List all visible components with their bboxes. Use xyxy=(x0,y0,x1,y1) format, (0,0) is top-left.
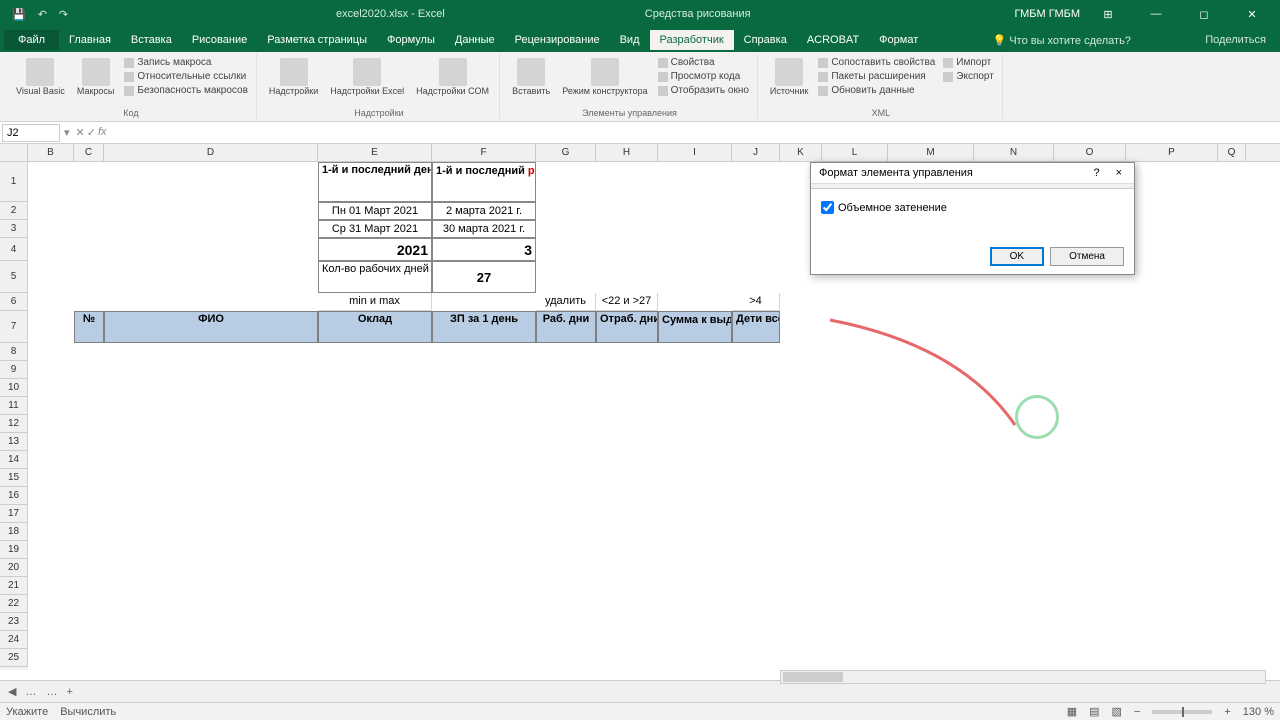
view-break-icon[interactable]: ▧ xyxy=(1112,705,1122,718)
minimize-icon[interactable]: — xyxy=(1136,4,1176,24)
zoom-level[interactable]: 130 % xyxy=(1243,706,1274,718)
tab-Разработчик[interactable]: Разработчик xyxy=(650,30,734,50)
col-header[interactable]: I xyxy=(658,144,732,161)
user-name[interactable]: ГМБМ ГМБМ xyxy=(1014,8,1080,20)
design-mode-button[interactable]: Режим конструктора xyxy=(558,56,651,99)
maximize-icon[interactable]: ◻ xyxy=(1184,4,1224,24)
horizontal-scrollbar[interactable] xyxy=(780,670,1266,684)
col-header[interactable]: J xyxy=(732,144,780,161)
col-header[interactable]: O xyxy=(1054,144,1126,161)
new-sheet-icon[interactable]: + xyxy=(62,686,76,698)
com-addins-button[interactable]: Надстройки COM xyxy=(412,56,493,99)
view-normal-icon[interactable]: ▦ xyxy=(1067,705,1077,718)
titlebar: 💾 ↶ ↷ excel2020.xlsx - Excel Средства ри… xyxy=(0,0,1280,28)
zoom-in-icon[interactable]: + xyxy=(1224,706,1230,718)
insert-control-button[interactable]: Вставить xyxy=(508,56,554,99)
tab-Главная[interactable]: Главная xyxy=(59,30,121,50)
view-code[interactable]: Просмотр кода xyxy=(656,70,751,83)
redo-icon[interactable]: ↷ xyxy=(55,6,72,23)
name-box[interactable] xyxy=(2,124,60,142)
enter-fx-icon[interactable]: ✓ xyxy=(87,126,96,139)
tab-ACROBAT[interactable]: ACROBAT xyxy=(797,30,869,50)
source-button[interactable]: Источник xyxy=(766,56,812,99)
close-icon[interactable]: ✕ xyxy=(1232,4,1272,24)
tab-Разметка страницы[interactable]: Разметка страницы xyxy=(257,30,377,50)
tab-Формулы[interactable]: Формулы xyxy=(377,30,445,50)
record-macro[interactable]: Запись макроса xyxy=(122,56,250,69)
tab-Рисование[interactable]: Рисование xyxy=(182,30,257,50)
formula-bar: ▾ ✕✓fx xyxy=(0,122,1280,144)
col-header[interactable]: F xyxy=(432,144,536,161)
macro-security[interactable]: Безопасность макросов xyxy=(122,84,250,97)
col-header[interactable]: D xyxy=(104,144,318,161)
col-header[interactable]: C xyxy=(74,144,104,161)
col-header[interactable]: E xyxy=(318,144,432,161)
macros-button[interactable]: Макросы xyxy=(73,56,119,99)
cancel-button[interactable]: Отмена xyxy=(1050,247,1124,266)
share-button[interactable]: Поделиться xyxy=(1195,30,1276,50)
col-header[interactable]: Q xyxy=(1218,144,1246,161)
col-header[interactable]: K xyxy=(780,144,822,161)
tab-Данные[interactable]: Данные xyxy=(445,30,505,50)
dialog-title: Формат элемента управления xyxy=(819,167,973,179)
status-bar: Укажите Вычислить ▦ ▤ ▧ − + 130 % xyxy=(0,702,1280,720)
col-header[interactable]: M xyxy=(888,144,974,161)
col-header[interactable]: L xyxy=(822,144,888,161)
zoom-out-icon[interactable]: − xyxy=(1134,706,1140,718)
tab-file[interactable]: Файл xyxy=(4,30,59,50)
status-calc: Вычислить xyxy=(60,706,116,718)
col-header[interactable]: N xyxy=(974,144,1054,161)
fx-icon[interactable]: fx xyxy=(98,126,107,139)
view-layout-icon[interactable]: ▤ xyxy=(1089,705,1099,718)
shadow-checkbox[interactable] xyxy=(821,201,834,214)
tab-Вставка[interactable]: Вставка xyxy=(121,30,182,50)
col-header[interactable]: B xyxy=(28,144,74,161)
cancel-fx-icon[interactable]: ✕ xyxy=(76,126,85,139)
tab-Формат[interactable]: Формат xyxy=(869,30,928,50)
tab-Справка[interactable]: Справка xyxy=(734,30,797,50)
relative-refs[interactable]: Относительные ссылки xyxy=(122,70,250,83)
addins-button[interactable]: Надстройки xyxy=(265,56,322,99)
drawing-tools-label: Средства рисования xyxy=(645,8,751,20)
ribbon-tabs: Файл ГлавнаяВставкаРисованиеРазметка стр… xyxy=(0,28,1280,52)
sheet-tabs: ◀ … … + xyxy=(0,680,1280,702)
ribbon-options-icon[interactable]: ⊞ xyxy=(1088,4,1128,24)
col-header[interactable]: G xyxy=(536,144,596,161)
format-control-dialog: Формат элемента управления ?× Объемное з… xyxy=(810,162,1135,275)
col-header[interactable]: P xyxy=(1126,144,1218,161)
tab-Рецензирование[interactable]: Рецензирование xyxy=(505,30,610,50)
status-mode: Укажите xyxy=(6,706,48,718)
ribbon: Visual Basic Макросы Запись макросаОтнос… xyxy=(0,52,1280,122)
autosave-icon[interactable]: 💾 xyxy=(8,6,30,23)
document-title: excel2020.xlsx - Excel xyxy=(336,8,445,20)
formula-input[interactable] xyxy=(111,131,1280,135)
ok-button[interactable]: OK xyxy=(990,247,1044,266)
show-window[interactable]: Отобразить окно xyxy=(656,84,751,97)
excel-addins-button[interactable]: Надстройки Excel xyxy=(326,56,408,99)
dialog-help-icon[interactable]: ? xyxy=(1093,167,1099,179)
col-header[interactable]: H xyxy=(596,144,658,161)
tab-nav-prev-icon[interactable]: ◀ xyxy=(4,685,20,698)
visual-basic-button[interactable]: Visual Basic xyxy=(12,56,69,99)
properties[interactable]: Свойства xyxy=(656,56,751,69)
dialog-close-icon[interactable]: × xyxy=(1112,167,1126,179)
tell-me[interactable]: Что вы хотите сделать? xyxy=(1009,35,1131,47)
undo-icon[interactable]: ↶ xyxy=(34,6,51,23)
tab-Вид[interactable]: Вид xyxy=(610,30,650,50)
